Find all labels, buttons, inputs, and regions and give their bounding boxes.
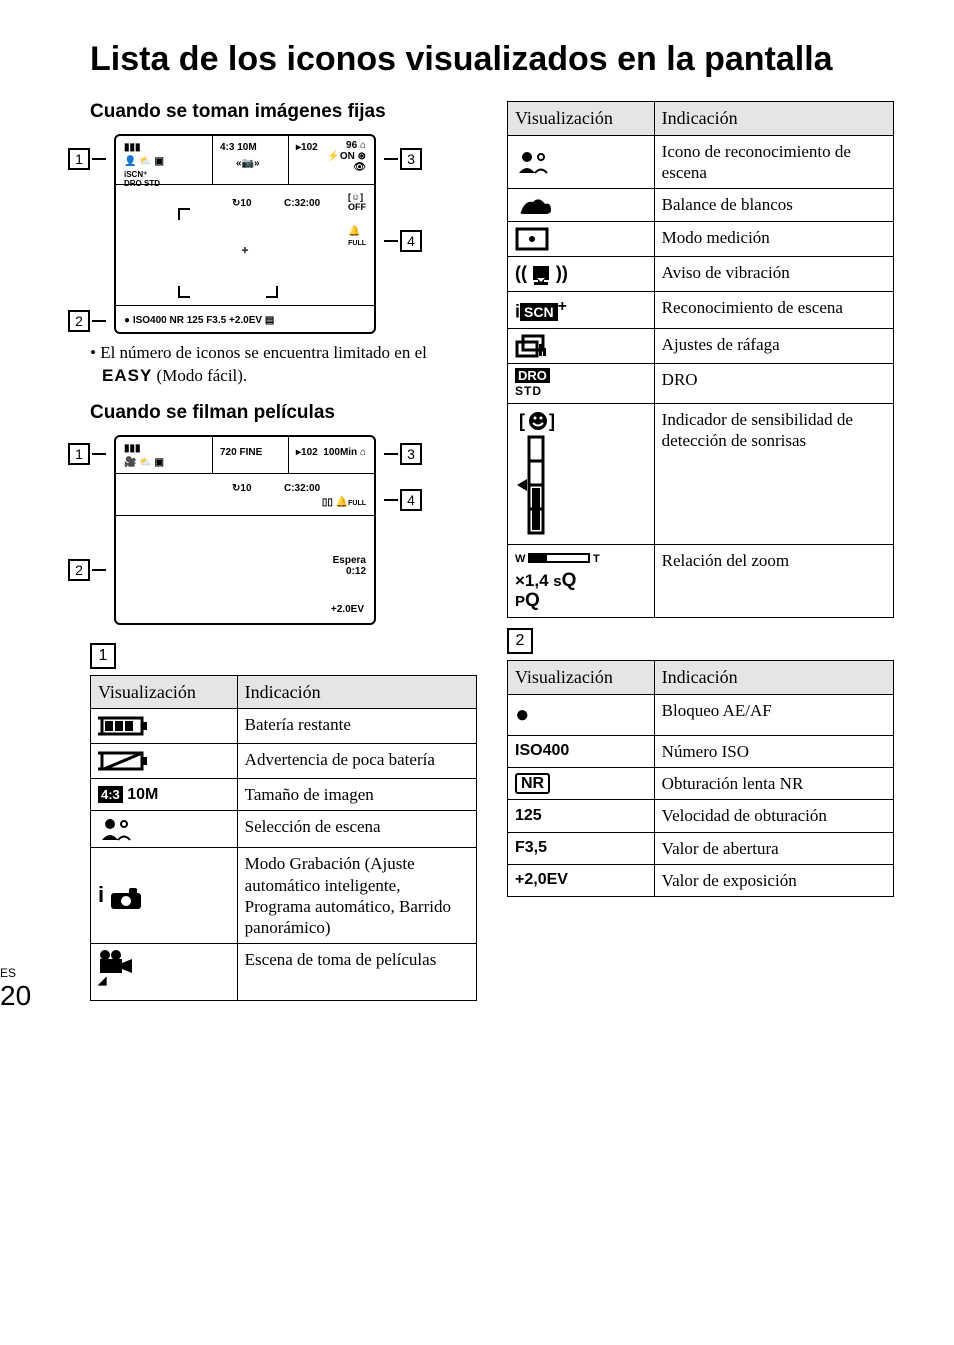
table-row: +2,0EVValor de exposición [508, 864, 894, 896]
svg-text:T: T [593, 553, 600, 565]
svg-text:]: ] [549, 411, 555, 431]
white-balance-icon [508, 189, 655, 222]
table-row: Balance de blancos [508, 189, 894, 222]
metering-icon [508, 222, 655, 257]
zoom-ratio-icon: WT ×1,4 sQ PQ [508, 544, 655, 617]
table-row: 125Velocidad de obturación [508, 800, 894, 832]
heading-stills: Cuando se toman imágenes fijas [90, 101, 477, 124]
lcd-diagram-movies: ▮▮▮ 🎥 ⛅ ▣ 720 FINE ▸102 100Min ⌂ ↻10 C:3… [90, 435, 400, 625]
scene-select-icon [91, 811, 238, 848]
movie-scene-icon: ◢ [91, 944, 238, 1001]
page-title: Lista de los iconos visualizados en la p… [90, 40, 894, 79]
face-detect-icon [508, 135, 655, 189]
page-number: 20 [0, 981, 31, 1012]
table-row: ●Bloqueo AE/AF [508, 694, 894, 735]
table-row: i Modo Grabación (Ajuste automático inte… [91, 848, 477, 944]
table-row: WT ×1,4 sQ PQ Relación del zoom [508, 544, 894, 617]
scene-recog-icon: iSCN+ [508, 291, 655, 328]
table-row: (( )) Aviso de vibración [508, 257, 894, 292]
table-row: Advertencia de poca batería [91, 744, 477, 779]
table-row: NRObturación lenta NR [508, 768, 894, 800]
table-section-2: VisualizaciónIndicación ●Bloqueo AE/AF I… [507, 660, 894, 897]
burst-icon [508, 329, 655, 364]
easy-mode-note: • El número de iconos se encuentra limit… [90, 342, 477, 388]
dro-icon: DRO STD [508, 364, 655, 404]
ev-icon: +2,0EV [508, 864, 655, 896]
table-row: DRO STD DRO [508, 364, 894, 404]
section-1-label: 1 [90, 643, 116, 669]
table-section-1b: VisualizaciónIndicación Icono de reconoc… [507, 101, 894, 618]
table-row: 4:3 10M Tamaño de imagen [91, 779, 477, 811]
table-section-1a: VisualizaciónIndicación Batería restante… [90, 675, 477, 1002]
rec-mode-icon: i [91, 848, 238, 944]
table-row: Selección de escena [91, 811, 477, 848]
table-row: Batería restante [91, 709, 477, 744]
iso-icon: ISO400 [508, 735, 655, 767]
vibration-icon: (( )) [508, 257, 655, 292]
table-row: Ajustes de ráfaga [508, 329, 894, 364]
image-size-icon: 4:3 10M [91, 779, 238, 811]
heading-movies: Cuando se filman películas [90, 402, 477, 425]
table-row: ◢ Escena de toma de películas [91, 944, 477, 1001]
table-row: F3,5Valor de abertura [508, 832, 894, 864]
table-row: Modo medición [508, 222, 894, 257]
nr-icon: NR [508, 768, 655, 800]
shutter-icon: 125 [508, 800, 655, 832]
aperture-icon: F3,5 [508, 832, 655, 864]
smile-sensitivity-icon: [ ] [508, 403, 655, 544]
table-row: ISO400Número ISO [508, 735, 894, 767]
battery-low-icon [91, 744, 238, 779]
svg-text:[: [ [519, 411, 525, 431]
page-lang: ES [0, 967, 31, 980]
svg-text:W: W [515, 553, 526, 565]
ae-lock-icon: ● [508, 694, 655, 735]
section-2-label: 2 [507, 628, 533, 654]
lcd-diagram-stills: ▮▮▮ 👤 ⛅ ▣ iSCN⁺DRO STD 4:3 10M «📷» ▸102 … [90, 134, 400, 334]
table-row: Icono de reconocimiento de escena [508, 135, 894, 189]
table-row: [ ] Indicador de sensibilidad de detecci… [508, 403, 894, 544]
battery-icon [91, 709, 238, 744]
table-row: iSCN+ Reconocimiento de escena [508, 291, 894, 328]
